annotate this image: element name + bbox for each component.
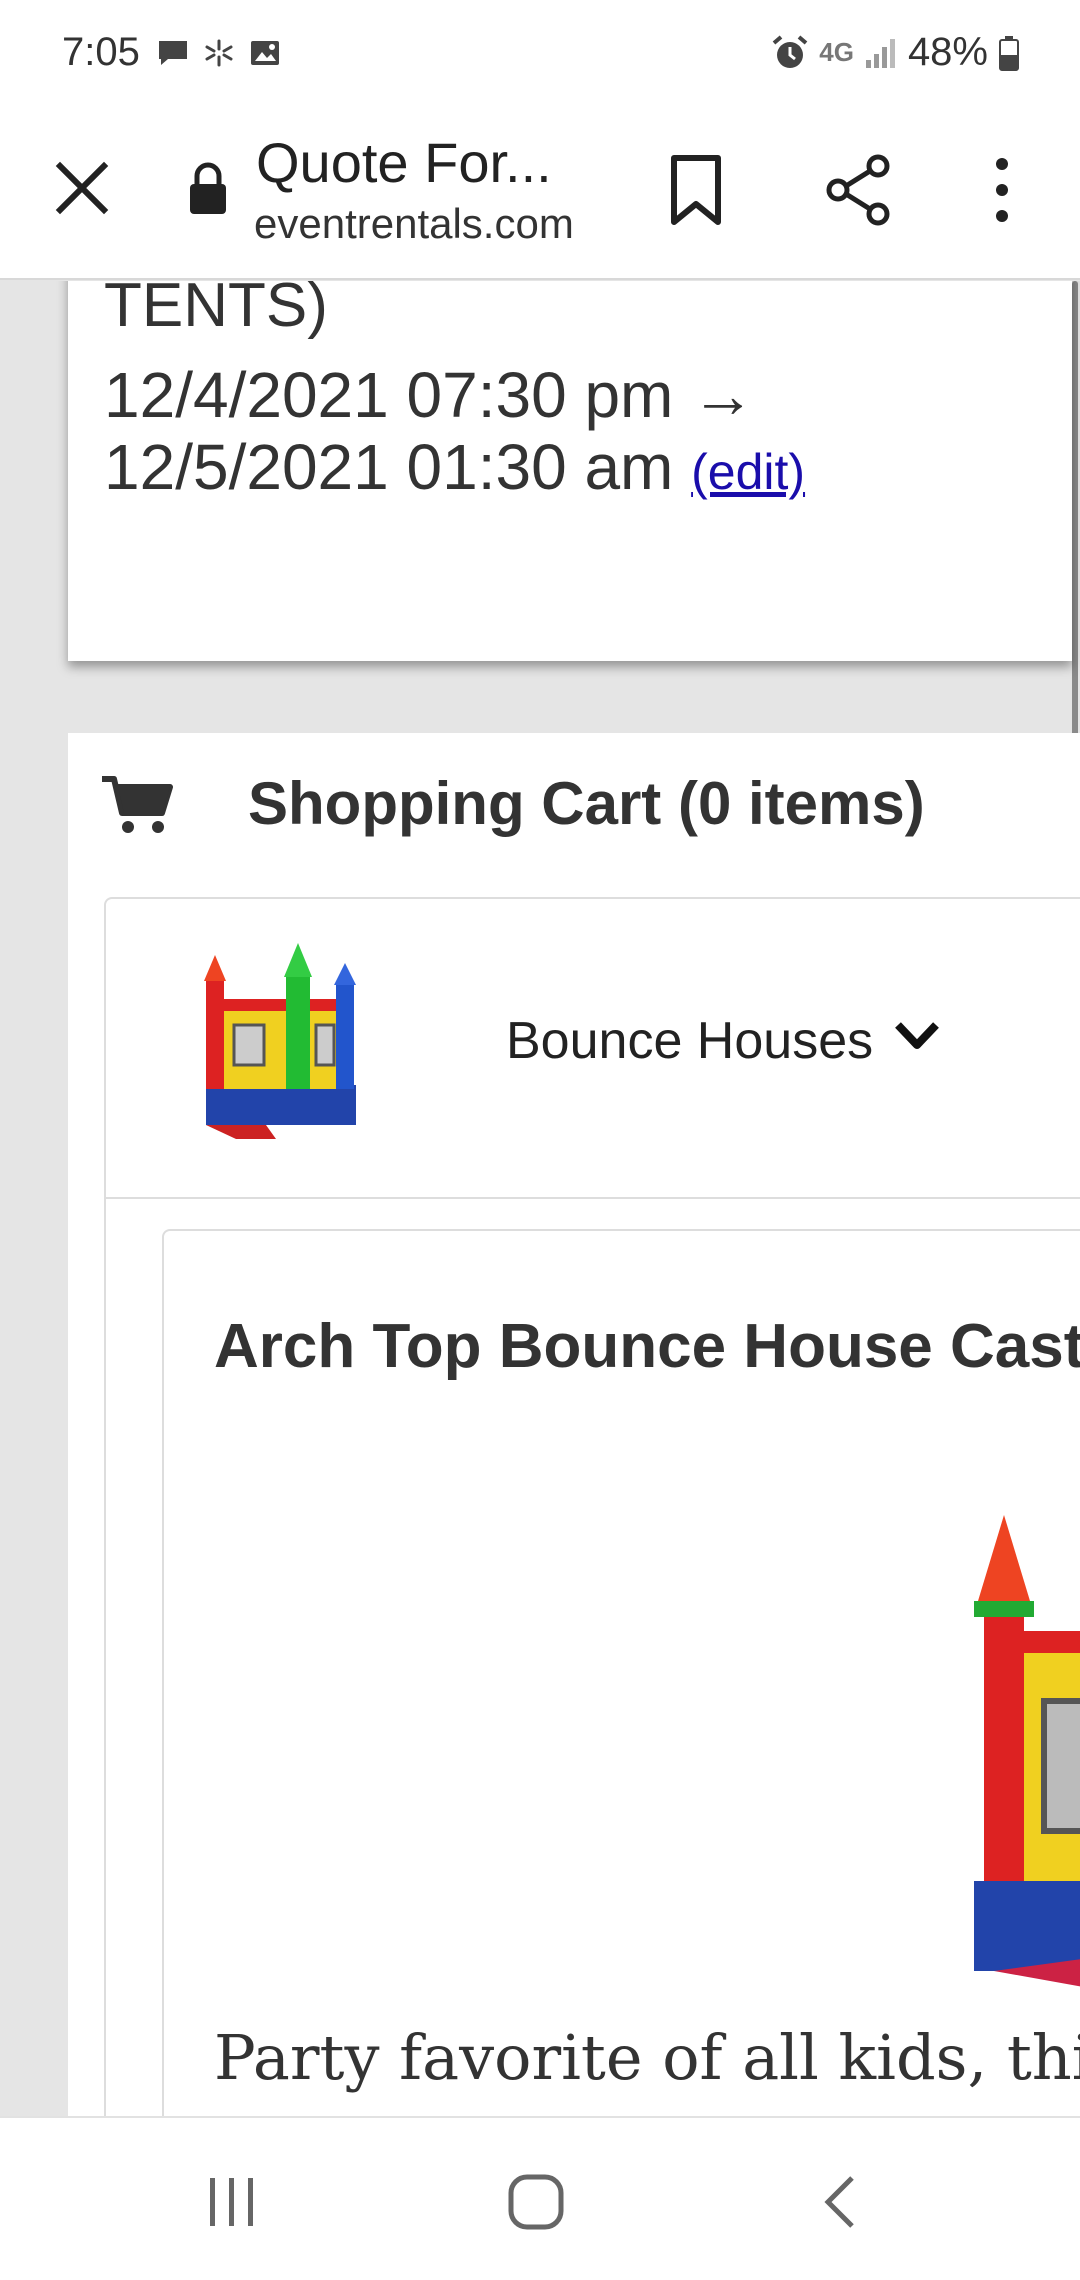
product-title[interactable]: Arch Top Bounce House Castle xyxy=(214,1311,1080,1382)
page-content[interactable]: TENTS) 12/4/2021 07:30 pm → 12/5/2021 01… xyxy=(0,281,1080,2117)
bookmark-icon[interactable] xyxy=(664,152,728,228)
status-bar: 7:05 4G 48% xyxy=(0,0,1080,108)
event-end: 12/5/2021 01:30 am xyxy=(104,431,674,503)
cart-icon xyxy=(102,776,173,833)
share-icon[interactable] xyxy=(822,152,894,228)
image-icon xyxy=(251,41,279,65)
signal-icon xyxy=(865,38,895,68)
event-name: TENTS) xyxy=(104,281,328,340)
bounce-house-thumbnail xyxy=(204,943,356,1139)
alarm-icon xyxy=(772,34,808,68)
battery-icon xyxy=(999,35,1019,71)
system-nav-bar xyxy=(0,2116,1080,2280)
category-bounce-houses: Bounce Houses Arch Top Bounce House Cast… xyxy=(104,897,1080,2117)
page-title[interactable]: Quote For... xyxy=(256,130,552,195)
bounce-house-image xyxy=(974,1515,1080,1987)
product-card: Arch Top Bounce House Castle Party favor… xyxy=(162,1229,1080,2117)
message-icon xyxy=(159,41,187,65)
status-time: 7:05 xyxy=(62,30,140,74)
network-type: 4G xyxy=(819,37,854,67)
browser-toolbar: Quote For... eventrentals.com xyxy=(0,108,1080,280)
more-icon[interactable] xyxy=(980,152,1024,228)
category-label[interactable]: Bounce Houses xyxy=(506,1011,873,1071)
event-dates: 12/4/2021 07:30 pm → 12/5/2021 01:30 am … xyxy=(104,359,1044,508)
page-url[interactable]: eventrentals.com xyxy=(254,200,574,248)
home-icon[interactable] xyxy=(506,2172,566,2232)
category-header[interactable]: Bounce Houses xyxy=(106,899,1080,1199)
product-description: Party favorite of all kids, this xyxy=(214,2021,1080,2094)
battery-percent: 48% xyxy=(907,30,988,74)
shopping-cart-card: Shopping Cart (0 items) Bounce Houses Ar… xyxy=(68,733,1080,2117)
back-icon[interactable] xyxy=(820,2174,860,2230)
event-start: 12/4/2021 07:30 pm → xyxy=(104,359,756,431)
close-icon[interactable] xyxy=(50,156,114,220)
lock-icon[interactable] xyxy=(186,160,230,216)
chevron-down-icon[interactable] xyxy=(892,1017,942,1057)
event-end-line: 12/5/2021 01:30 am (edit) xyxy=(104,431,1044,508)
status-right: 4G 48% xyxy=(771,30,1020,75)
edit-dates-link[interactable]: (edit) xyxy=(691,444,805,500)
event-card: TENTS) 12/4/2021 07:30 pm → 12/5/2021 01… xyxy=(68,281,1072,661)
pinwheel-icon xyxy=(205,39,233,67)
cart-title: Shopping Cart (0 items) xyxy=(248,770,925,837)
recent-apps-icon[interactable] xyxy=(204,2174,260,2230)
